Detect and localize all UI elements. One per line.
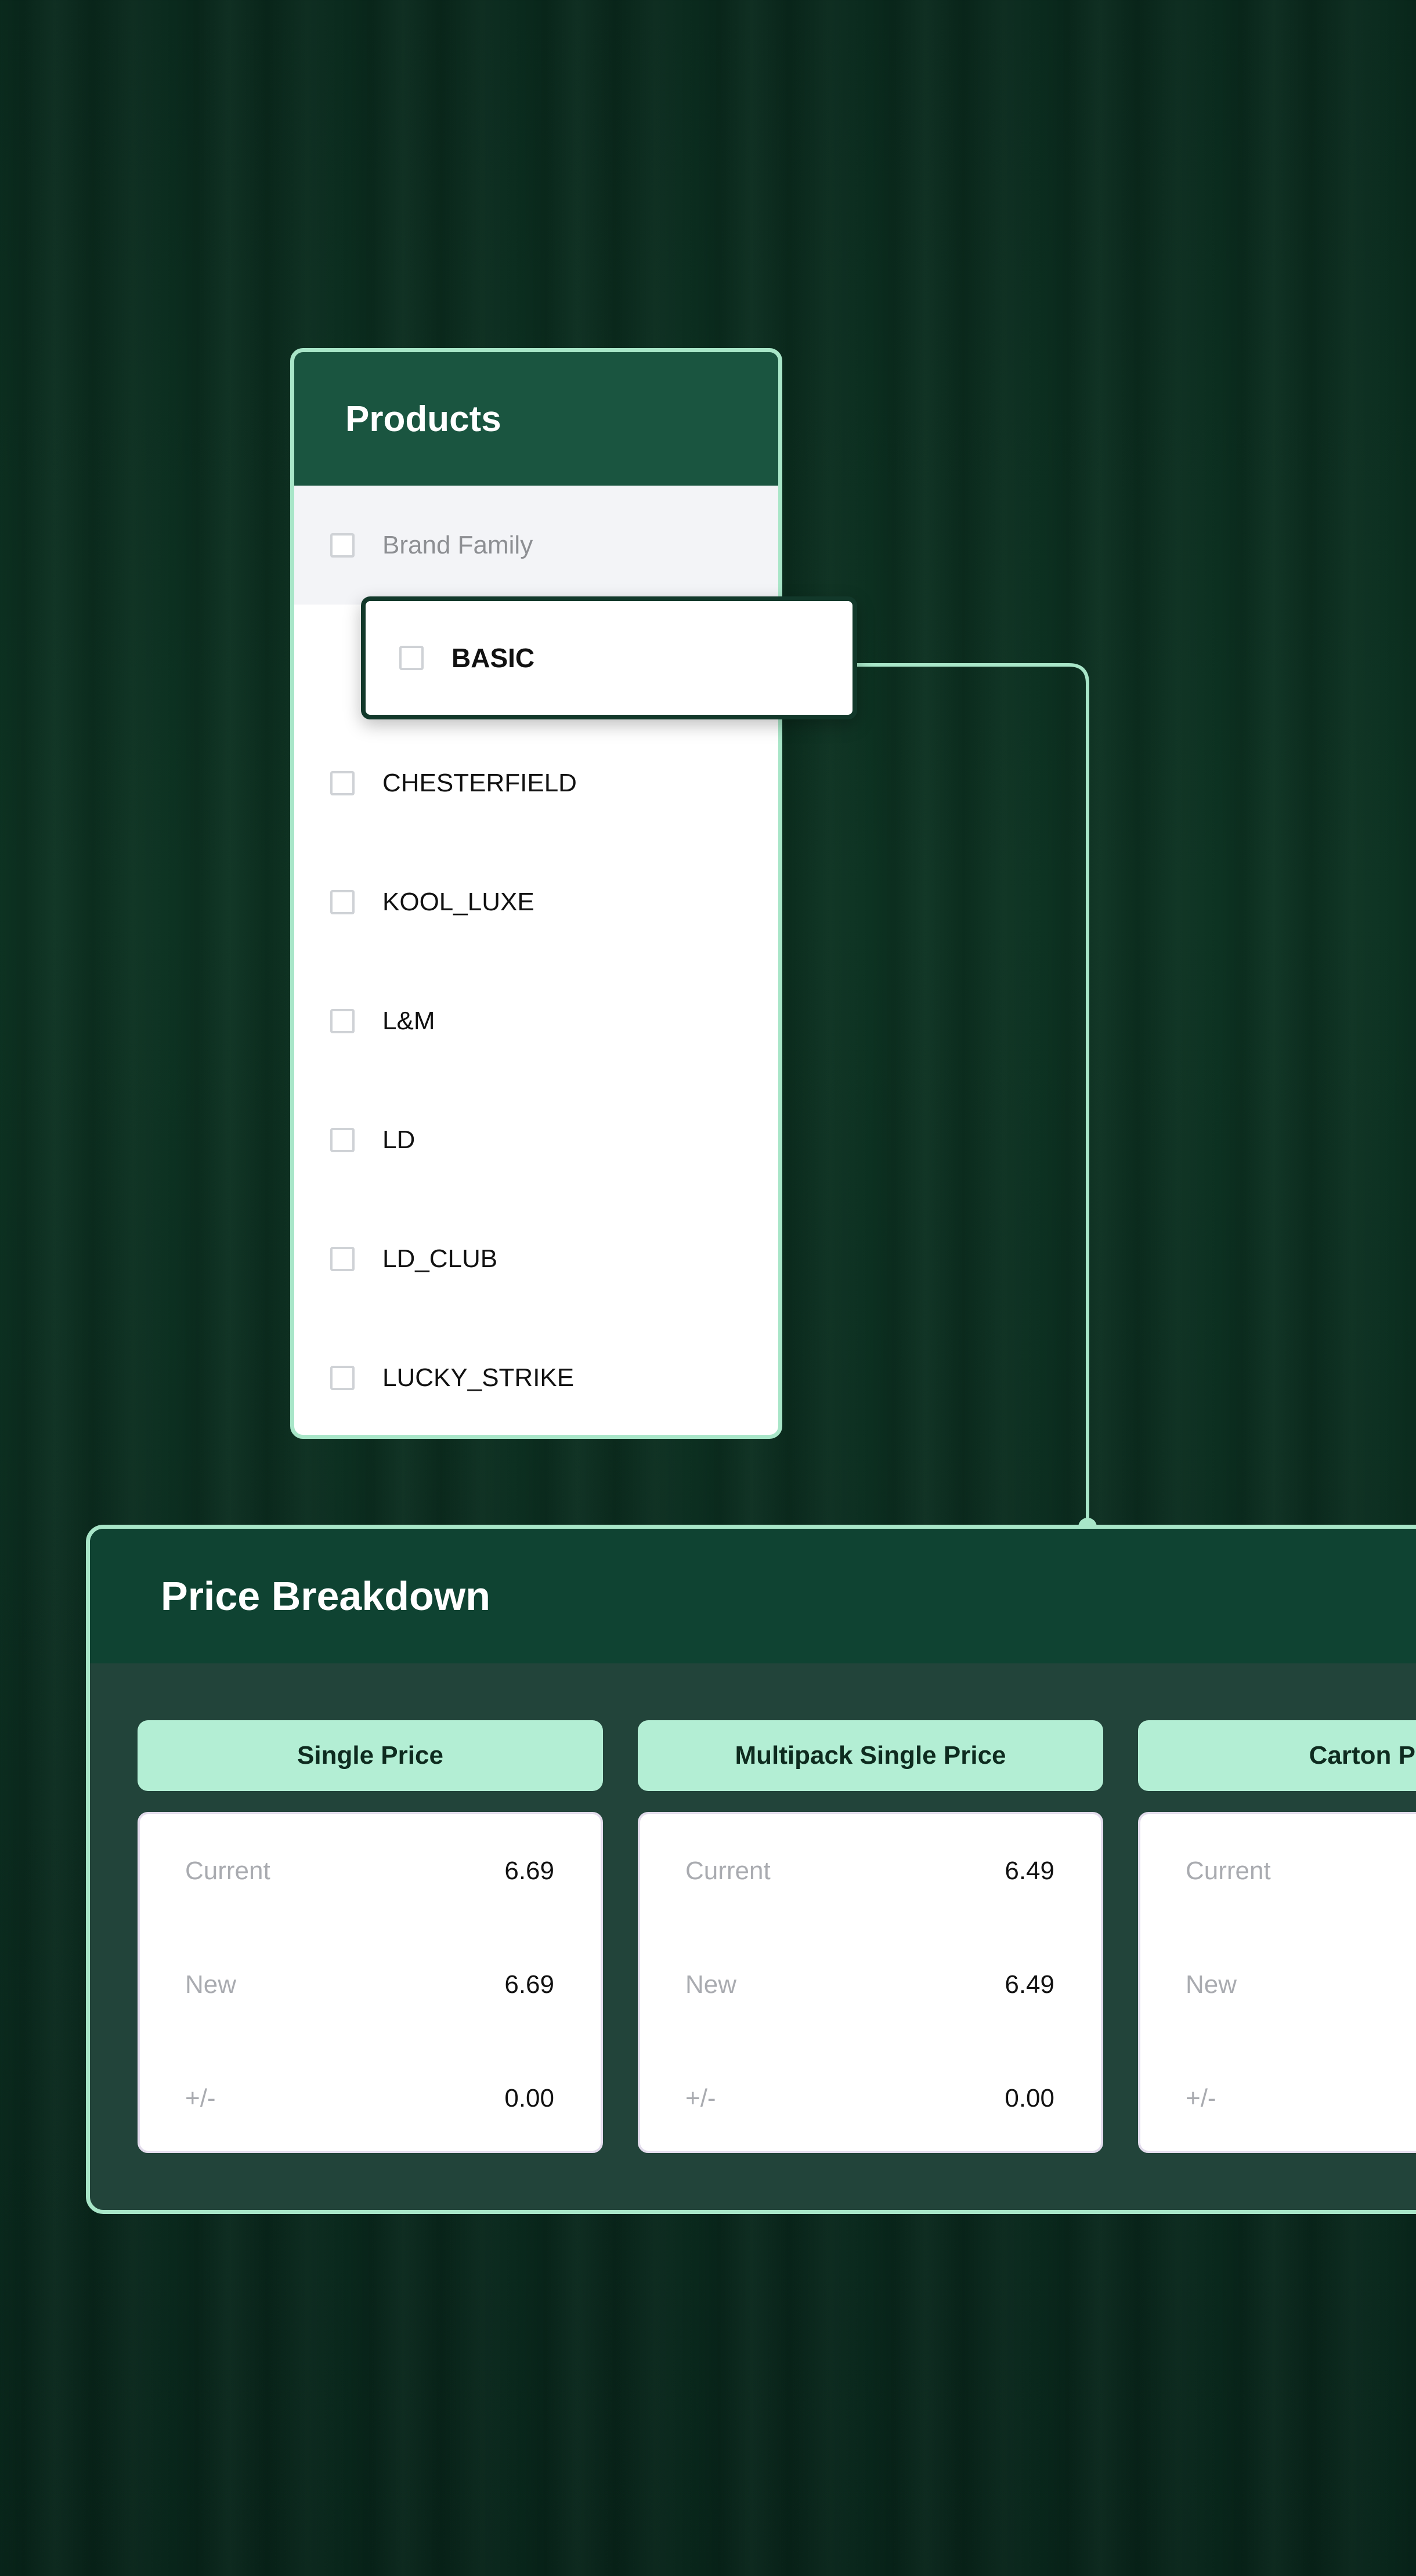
price-tab-carton[interactable]: Carton Pri (1138, 1720, 1416, 1791)
current-label: Current (685, 1857, 771, 1885)
checkbox[interactable] (330, 1365, 355, 1390)
current-row: Current (1186, 1854, 1416, 1888)
current-label: Current (185, 1857, 270, 1885)
new-row: New (1186, 1967, 1416, 2002)
new-label: New (185, 1970, 237, 1999)
diff-row: +/- 0.00 (685, 2081, 1054, 2116)
new-value: 6.69 (504, 1970, 554, 1999)
checkbox[interactable] (330, 770, 355, 795)
price-card: Current 6.69 New 6.69 +/- 0.00 (138, 1812, 603, 2153)
product-label: CHESTERFIELD (382, 768, 577, 797)
diff-row: +/- 0.00 (185, 2081, 554, 2116)
select-all-checkbox[interactable] (330, 533, 355, 558)
price-tab-multipack[interactable]: Multipack Single Price (638, 1720, 1103, 1791)
brand-family-label: Brand Family (382, 530, 533, 559)
price-breakdown-title: Price Breakdown (90, 1529, 1416, 1663)
brand-family-header-row[interactable]: Brand Family (294, 486, 778, 605)
product-row-ld[interactable]: LD (294, 1080, 778, 1199)
current-label: Current (1186, 1857, 1271, 1885)
product-row-lucky-strike[interactable]: LUCKY_STRIKE (294, 1318, 778, 1435)
new-row: New 6.69 (185, 1967, 554, 2002)
products-title: Products (294, 352, 778, 486)
product-row-basic-highlighted[interactable]: BASIC (361, 596, 857, 719)
diff-row: +/- (1186, 2081, 1416, 2116)
product-label: L&M (382, 1006, 435, 1035)
product-label: LUCKY_STRIKE (382, 1363, 575, 1392)
new-label: New (685, 1970, 737, 1999)
new-label: New (1186, 1970, 1237, 1999)
current-row: Current 6.49 (685, 1854, 1054, 1888)
checkbox[interactable] (330, 1127, 355, 1152)
diff-label: +/- (185, 2084, 216, 2112)
product-row-ld-club[interactable]: LD_CLUB (294, 1199, 778, 1318)
products-panel: Products Brand Family CHESTERFIELD KOOL_… (290, 348, 782, 1439)
checkbox[interactable] (330, 1008, 355, 1033)
current-value: 6.69 (504, 1857, 554, 1885)
price-card: Current 6.49 New 6.49 +/- 0.00 (638, 1812, 1103, 2153)
new-row: New 6.49 (685, 1967, 1054, 2002)
diff-label: +/- (685, 2084, 716, 2112)
price-card: Current New +/- (1138, 1812, 1416, 2153)
product-row-chesterfield[interactable]: CHESTERFIELD (294, 723, 778, 842)
checkbox[interactable] (330, 1246, 355, 1271)
current-row: Current 6.69 (185, 1854, 554, 1888)
price-breakdown-panel: Price Breakdown Single Price Current 6.6… (86, 1525, 1416, 2214)
checkbox[interactable] (330, 889, 355, 914)
product-row-lm[interactable]: L&M (294, 961, 778, 1080)
product-row-kool-luxe[interactable]: KOOL_LUXE (294, 842, 778, 961)
product-label: KOOL_LUXE (382, 887, 534, 916)
current-value: 6.49 (1005, 1857, 1054, 1885)
diff-value: 0.00 (1005, 2084, 1054, 2112)
price-tab-single[interactable]: Single Price (138, 1720, 603, 1791)
diff-value: 0.00 (504, 2084, 554, 2112)
new-value: 6.49 (1005, 1970, 1054, 1999)
product-label: LD_CLUB (382, 1244, 498, 1273)
diff-label: +/- (1186, 2084, 1216, 2112)
checkbox[interactable] (399, 646, 424, 670)
product-label: BASIC (451, 643, 535, 673)
product-label: LD (382, 1125, 416, 1154)
